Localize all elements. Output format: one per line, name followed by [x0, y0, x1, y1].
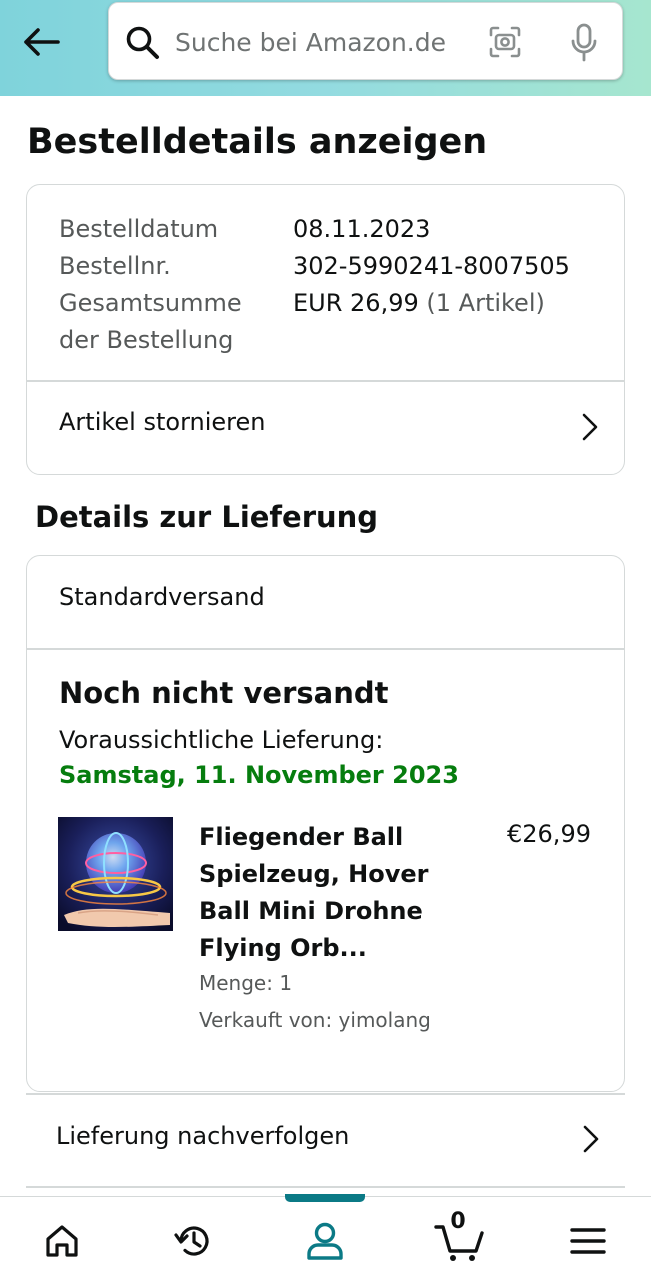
mic-icon[interactable] — [569, 23, 599, 63]
back-button[interactable] — [18, 22, 64, 62]
history-icon — [174, 1226, 209, 1256]
search-input[interactable] — [175, 19, 475, 65]
track-delivery-label: Lieferung nachverfolgen — [56, 1122, 350, 1150]
order-number-value: 302-5990241-8007505 — [293, 252, 570, 280]
divider — [27, 648, 624, 650]
active-tab-indicator — [285, 1194, 365, 1202]
eta-label: Voraussichtliche Lieferung: — [59, 726, 384, 754]
shipping-method: Standardversand — [59, 583, 265, 611]
order-total-amount: EUR 26,99 — [293, 289, 419, 317]
cancel-items-label: Artikel stornieren — [59, 408, 266, 436]
nav-history[interactable] — [170, 1217, 218, 1265]
shipment-status: Noch nicht versandt — [59, 676, 389, 710]
delivery-section-title: Details zur Lieferung — [35, 500, 379, 534]
top-bar — [0, 0, 651, 96]
order-number-label: Bestellnr. — [59, 252, 171, 280]
product-thumbnail — [58, 817, 173, 931]
page-title: Bestelldetails anzeigen — [27, 122, 488, 162]
order-date-value: 08.11.2023 — [293, 215, 431, 243]
account-icon — [307, 1222, 343, 1260]
product-title[interactable]: Fliegender Ball Spielzeug, Hover Ball Mi… — [199, 819, 459, 967]
order-date-label: Bestelldatum — [59, 215, 219, 243]
search-icon — [126, 26, 159, 59]
delivery-card: Standardversand Noch nicht versandt Vora… — [26, 555, 625, 1092]
nav-home[interactable] — [38, 1217, 86, 1265]
product-image[interactable] — [58, 817, 173, 931]
order-total-value: EUR 26,99 (1 Artikel) — [293, 285, 545, 322]
cart-count-badge: 0 — [450, 1209, 466, 1234]
order-total-label-line2: der Bestellung — [59, 326, 234, 354]
nav-cart[interactable]: 0 — [432, 1209, 488, 1265]
chevron-right-icon — [582, 413, 598, 441]
bottom-navigation: 0 — [0, 1194, 651, 1280]
order-item-count: (1 Artikel) — [426, 289, 545, 317]
eta-date: Samstag, 11. November 2023 — [59, 761, 459, 789]
nav-menu[interactable] — [564, 1217, 612, 1265]
search-bar[interactable] — [108, 2, 623, 80]
camera-icon[interactable] — [487, 24, 523, 60]
home-icon — [46, 1225, 78, 1257]
nav-account[interactable] — [301, 1217, 349, 1265]
divider — [26, 1186, 625, 1188]
chevron-right-icon — [583, 1125, 599, 1153]
product-price: €26,99 — [507, 820, 591, 848]
track-delivery-row[interactable]: Lieferung nachverfolgen — [26, 1094, 625, 1186]
back-arrow-icon — [24, 28, 60, 56]
product-quantity: Menge: 1 — [199, 971, 293, 995]
cancel-items-row[interactable]: Artikel stornieren — [27, 381, 624, 474]
order-total-label-line1: Gesamtsumme — [59, 289, 242, 317]
menu-icon — [570, 1228, 606, 1254]
order-summary-card: Bestelldatum 08.11.2023 Bestellnr. 302-5… — [26, 184, 625, 475]
product-seller: Verkauft von: yimolang — [199, 1008, 431, 1032]
